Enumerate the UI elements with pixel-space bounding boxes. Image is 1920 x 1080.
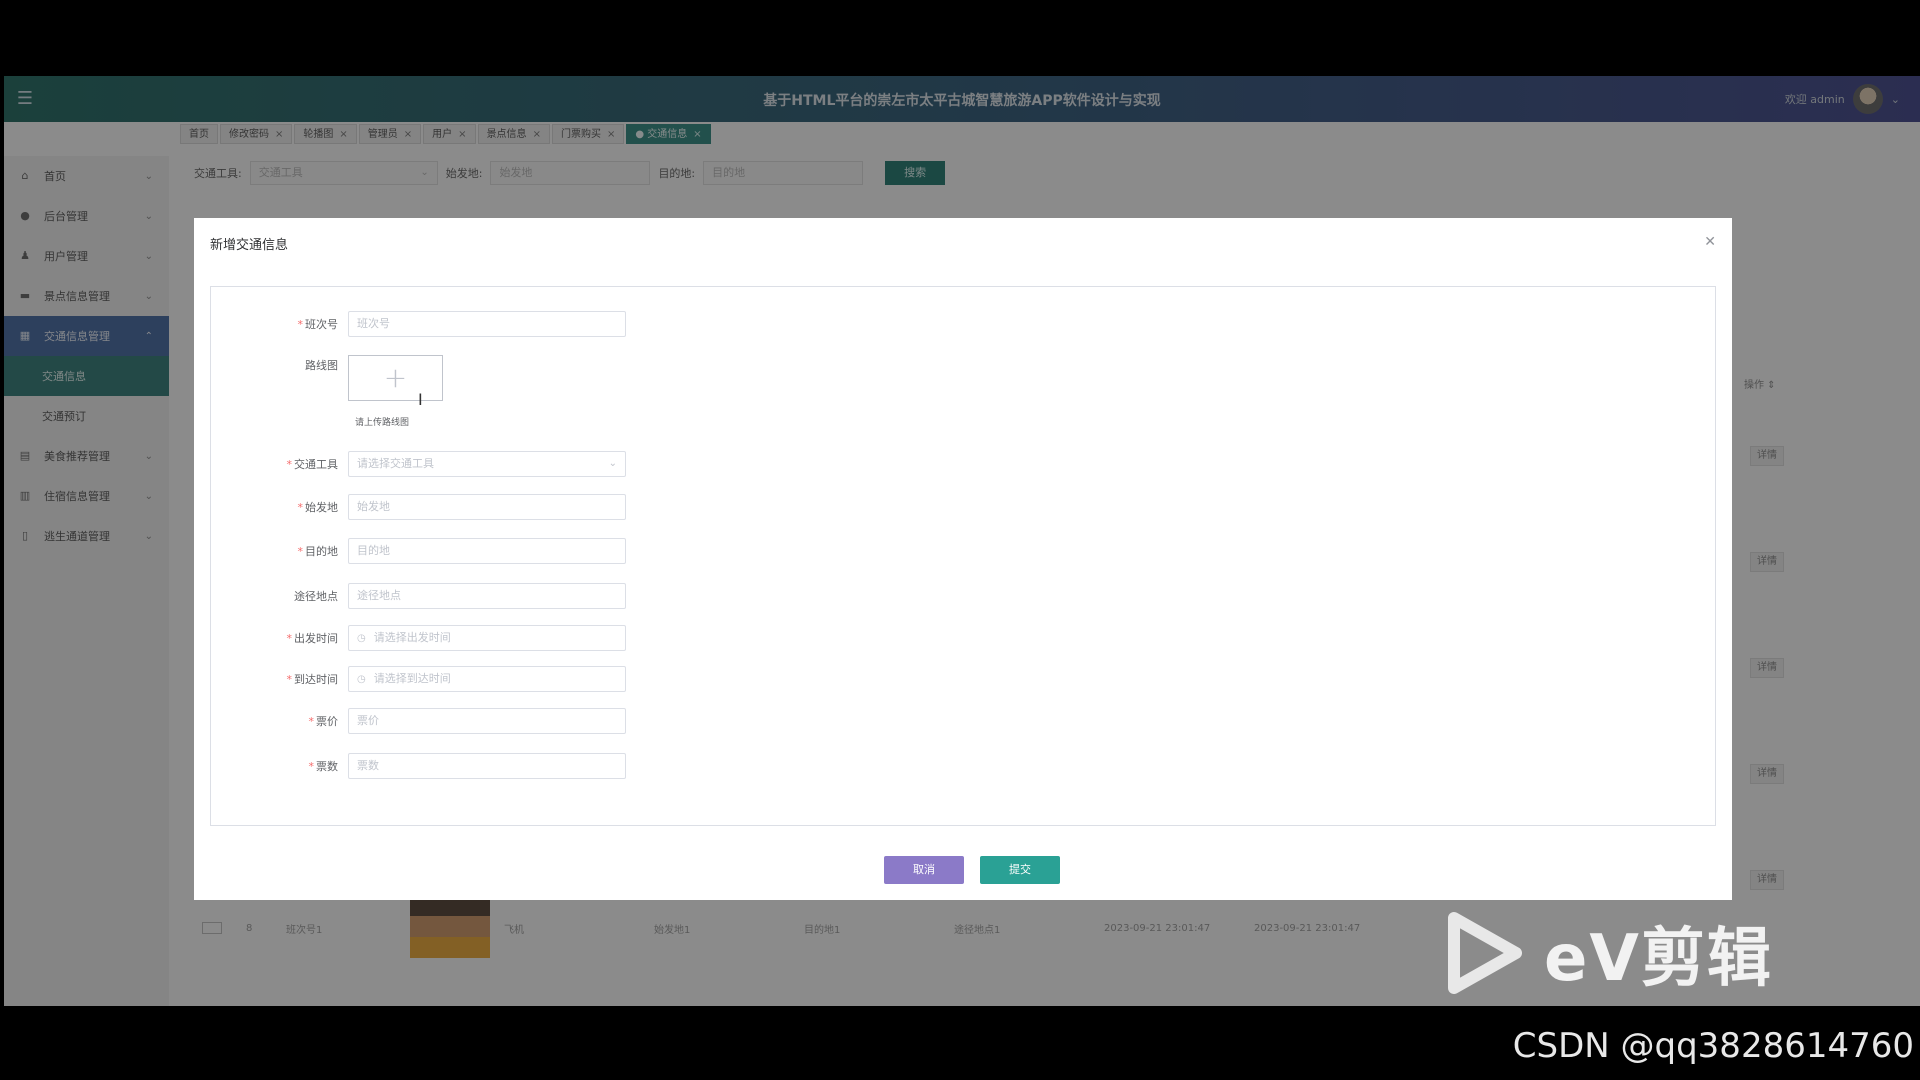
form-row-vehicle: * 交通工具 请选择交通工具 ⌄ xyxy=(211,451,1715,477)
vehicle-placeholder: 请选择交通工具 xyxy=(357,457,434,470)
depart-placeholder: 请选择出发时间 xyxy=(373,631,451,644)
field-label: 路线图 xyxy=(211,355,348,373)
shift-placeholder: 班次号 xyxy=(357,317,390,330)
required-mark: * xyxy=(286,673,293,686)
origin-placeholder: 始发地 xyxy=(357,500,390,513)
field-label-text: 目的地 xyxy=(305,545,338,558)
dialog-footer: 取消 提交 xyxy=(194,856,1732,884)
via-input[interactable]: 途径地点 xyxy=(348,583,626,609)
field-label-text: 交通工具 xyxy=(294,458,338,471)
chevron-down-icon: ⌄ xyxy=(608,458,617,469)
form-row-via: 途径地点 途径地点 xyxy=(211,583,1715,609)
required-mark: * xyxy=(297,318,304,331)
close-icon[interactable]: ✕ xyxy=(1704,234,1716,250)
field-label: * 班次号 xyxy=(211,316,348,332)
form-row-dest: * 目的地 目的地 xyxy=(211,538,1715,564)
field-label: 途径地点 xyxy=(211,588,348,604)
origin-input[interactable]: 始发地 xyxy=(348,494,626,520)
field-label: * 交通工具 xyxy=(211,456,348,472)
field-label-text: 票价 xyxy=(316,715,338,728)
required-mark: * xyxy=(308,760,315,773)
play-icon xyxy=(1446,912,1522,994)
arrive-time-picker[interactable]: ◷ 请选择到达时间 xyxy=(348,666,626,692)
csdn-watermark: CSDN @qq3828614760 xyxy=(1512,1026,1914,1066)
field-label-text: 班次号 xyxy=(305,318,338,331)
required-mark: * xyxy=(297,545,304,558)
clock-icon: ◷ xyxy=(357,674,366,685)
clock-icon: ◷ xyxy=(357,633,366,644)
add-transport-dialog: 新增交通信息 ✕ * 班次号 班次号 路线图 + 请上传路线图 * 交通工具 请选择… xyxy=(194,218,1732,900)
form-row-count: * 票数 票数 xyxy=(211,753,1715,779)
required-mark: * xyxy=(297,501,304,514)
field-label: * 目的地 xyxy=(211,543,348,559)
cancel-button[interactable]: 取消 xyxy=(884,856,964,884)
form-row-route: 路线图 + xyxy=(211,355,1715,401)
depart-time-picker[interactable]: ◷ 请选择出发时间 xyxy=(348,625,626,651)
submit-button[interactable]: 提交 xyxy=(980,856,1060,884)
form-row-shift: * 班次号 班次号 xyxy=(211,311,1715,337)
field-label: * 到达时间 xyxy=(211,671,348,687)
ticket-count-input[interactable]: 票数 xyxy=(348,753,626,779)
field-label-text: 出发时间 xyxy=(294,632,338,645)
field-label-text: 途径地点 xyxy=(294,590,338,603)
required-mark: * xyxy=(286,458,293,471)
plus-icon: + xyxy=(383,361,408,394)
field-label-text: 到达时间 xyxy=(294,673,338,686)
vehicle-select[interactable]: 请选择交通工具 ⌄ xyxy=(348,451,626,477)
form-row-arrive: * 到达时间 ◷ 请选择到达时间 xyxy=(211,666,1715,692)
ev-watermark-text: eV剪辑 xyxy=(1544,922,1773,996)
form-row-price: * 票价 票价 xyxy=(211,708,1715,734)
field-label-text: 路线图 xyxy=(305,359,338,372)
ev-watermark: eV剪辑 xyxy=(1446,908,1826,998)
upload-hint: 请上传路线图 xyxy=(355,418,410,428)
arrive-placeholder: 请选择到达时间 xyxy=(373,672,451,685)
shift-input[interactable]: 班次号 xyxy=(348,311,626,337)
field-label: * 出发时间 xyxy=(211,630,348,646)
via-placeholder: 途径地点 xyxy=(357,589,401,602)
field-label: * 票数 xyxy=(211,758,348,774)
route-upload-button[interactable]: + xyxy=(348,355,443,401)
field-label-text: 始发地 xyxy=(305,501,338,514)
count-placeholder: 票数 xyxy=(357,759,379,772)
dest-placeholder: 目的地 xyxy=(357,544,390,557)
transport-form: * 班次号 班次号 路线图 + 请上传路线图 * 交通工具 请选择交通工具 ⌄ * 始发… xyxy=(210,286,1716,826)
text-cursor-icon: I xyxy=(418,390,423,409)
app-screen: ☰ 基于HTML平台的崇左市太平古城智慧旅游APP软件设计与实现 欢迎 admi… xyxy=(4,76,1920,1006)
price-placeholder: 票价 xyxy=(357,714,379,727)
form-row-origin: * 始发地 始发地 xyxy=(211,494,1715,520)
form-row-depart: * 出发时间 ◷ 请选择出发时间 xyxy=(211,625,1715,651)
field-label: * 始发地 xyxy=(211,499,348,515)
dest-input[interactable]: 目的地 xyxy=(348,538,626,564)
required-mark: * xyxy=(308,715,315,728)
price-input[interactable]: 票价 xyxy=(348,708,626,734)
field-label-text: 票数 xyxy=(316,760,338,773)
field-label: * 票价 xyxy=(211,713,348,729)
required-mark: * xyxy=(286,632,293,645)
dialog-title: 新增交通信息 xyxy=(210,238,289,253)
